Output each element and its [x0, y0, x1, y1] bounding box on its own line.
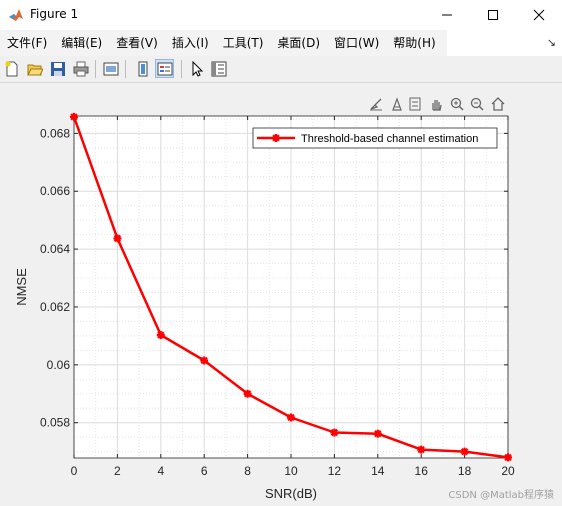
y-tick-label: 0.058 [40, 416, 70, 430]
data-point-marker [287, 413, 295, 422]
legend-marker-sample [272, 134, 280, 142]
data-point-marker [417, 445, 426, 454]
x-tick-label: 20 [501, 464, 515, 478]
data-point-marker [504, 453, 512, 462]
x-tick-label: 8 [244, 464, 251, 478]
data-point-marker [200, 356, 209, 365]
y-tick-label: 0.068 [40, 126, 70, 140]
data-point-marker [330, 428, 339, 437]
x-tick-label: 4 [157, 464, 164, 478]
x-tick-label: 12 [328, 464, 342, 478]
data-point-marker [373, 429, 382, 438]
data-point-marker [113, 234, 122, 243]
y-tick-label: 0.064 [40, 242, 70, 256]
data-point-marker [70, 112, 78, 121]
y-axis-label: NMSE [14, 268, 29, 306]
x-axis-label: SNR(dB) [265, 486, 317, 501]
y-tick-label: 0.066 [40, 184, 70, 198]
y-tick-label: 0.062 [40, 300, 70, 314]
x-tick-label: 2 [114, 464, 121, 478]
x-tick-label: 10 [284, 464, 298, 478]
nmse-line-chart[interactable]: 0 2 4 6 8 10 12 14 16 18 20 0.058 0.06 0.062 0.064 0.06… [0, 0, 562, 506]
x-tick-label: 18 [458, 464, 472, 478]
x-tick-label: 0 [71, 464, 78, 478]
data-point-marker [156, 331, 165, 340]
x-tick-label: 14 [371, 464, 385, 478]
data-point-marker [243, 389, 252, 398]
y-tick-label: 0.06 [47, 358, 71, 372]
x-tick-label: 6 [201, 464, 208, 478]
data-point-marker [460, 447, 469, 456]
legend-label: Threshold-based channel estimation [301, 133, 478, 145]
watermark-text: CSDN @Matlab程序猿 [448, 490, 554, 501]
x-tick-label: 16 [415, 464, 429, 478]
